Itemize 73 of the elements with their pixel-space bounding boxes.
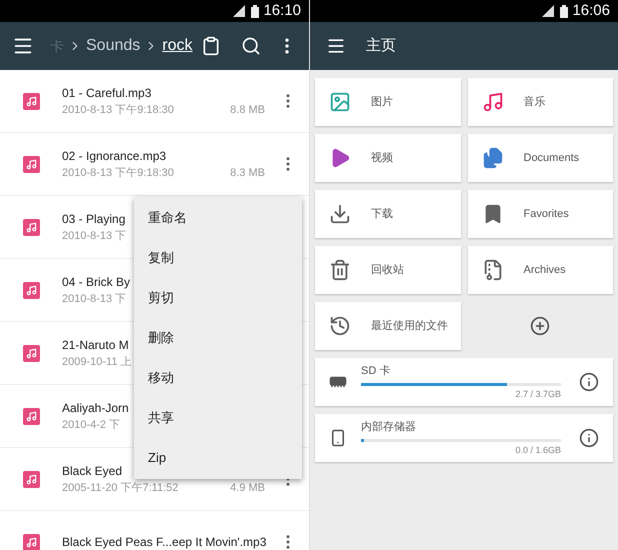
file-name: 02 - Ignorance.mp3 xyxy=(62,148,166,165)
file-size: 8.3 MB xyxy=(230,166,265,181)
file-date: 2005-11-20 下午7:11:52 xyxy=(62,480,178,496)
category-card[interactable]: 视频 xyxy=(315,134,460,182)
menu-item[interactable]: 移动 xyxy=(134,358,302,398)
menu-item[interactable]: 重命名 xyxy=(134,198,302,238)
category-card[interactable]: 最近使用的文件 xyxy=(315,302,460,350)
category-label: Favorites xyxy=(524,206,569,222)
toolbar-title: 主页 xyxy=(366,36,396,56)
file-size: 4.9 MB xyxy=(230,480,265,496)
file-date: 2010-8-13 下午9:18:30 xyxy=(62,166,174,181)
category-card[interactable]: 音乐 xyxy=(468,78,613,126)
audio-file-icon xyxy=(23,408,40,424)
category-label: 视频 xyxy=(371,150,393,166)
battery-icon xyxy=(560,4,568,18)
menu-item[interactable]: 复制 xyxy=(134,238,302,278)
info-icon[interactable] xyxy=(579,428,599,448)
file-date: 2009-10-11 上 xyxy=(62,354,132,370)
clipboard-icon[interactable] xyxy=(201,36,221,56)
usage-reading: 2.7 / 3.7GB xyxy=(514,388,561,400)
search-icon[interactable] xyxy=(241,36,261,56)
file-row[interactable]: Black Eyed Peas F...eep It Movin'.mp3 xyxy=(0,511,309,550)
category-card[interactable]: 回收站 xyxy=(315,246,460,294)
file-size: 8.8 MB xyxy=(230,102,265,118)
audio-file-icon xyxy=(23,218,40,236)
status-time: 16:10 xyxy=(263,0,301,21)
storage-card[interactable]: SD 卡 2.7 / 3.7GB xyxy=(315,358,613,406)
breadcrumb[interactable]: Sounds xyxy=(86,34,140,58)
usage-reading: 0.0 / 1.6GB xyxy=(514,444,561,456)
file-date: 2010-8-13 下午9:18:30 xyxy=(62,102,174,118)
menu-item[interactable]: 删除 xyxy=(134,318,302,358)
audio-file-icon xyxy=(23,344,40,362)
category-card[interactable]: Documents xyxy=(468,134,613,182)
category-label: 回收站 xyxy=(371,262,404,278)
file-date: 2010-8-13 下 xyxy=(62,228,126,244)
menu-item[interactable]: 共享 xyxy=(134,398,302,438)
status-time: 16:06 xyxy=(572,0,610,21)
storage-card[interactable]: 内部存储器 0.0 / 1.6GB xyxy=(315,414,613,462)
storage-name: SD 卡 xyxy=(361,364,392,379)
file-name: Aaliyah-Jorn xyxy=(62,400,129,417)
category-label: 最近使用的文件 xyxy=(371,318,448,334)
battery-icon xyxy=(251,4,260,18)
category-label: Documents xyxy=(524,150,580,166)
file-name: 21-Naruto M xyxy=(62,336,129,354)
file-row[interactable]: 01 - Careful.mp3 2010-8-13 下午9:18:30 8.8 MB xyxy=(0,70,309,133)
file-name: 04 - Brick By xyxy=(62,274,130,291)
audio-file-icon xyxy=(23,282,40,298)
category-label: 图片 xyxy=(371,94,393,110)
category-card[interactable]: 图片 xyxy=(315,78,460,126)
file-name: Black Eyed xyxy=(62,462,122,480)
file-date: 2010-4-2 下 xyxy=(62,418,120,433)
audio-file-icon xyxy=(23,92,40,110)
file-name: 01 - Careful.mp3 xyxy=(62,84,152,102)
file-row[interactable]: 02 - Ignorance.mp3 2010-8-13 下午9:18:30 8.3 MB xyxy=(0,133,309,196)
file-date: 2010-8-13 下 xyxy=(62,292,126,307)
signal-icon xyxy=(233,5,248,17)
category-card[interactable]: Favorites xyxy=(468,190,613,238)
menu-item[interactable]: 剪切 xyxy=(134,278,302,318)
breadcrumb[interactable]: rock xyxy=(162,34,192,58)
category-label: 下载 xyxy=(371,206,393,222)
storage-name: 内部存储器 xyxy=(361,420,417,435)
audio-file-icon xyxy=(23,470,40,488)
file-name: Black Eyed Peas F...eep It Movin'.mp3 xyxy=(62,534,266,550)
file-name: 03 - Playing xyxy=(62,210,126,228)
category-label: 音乐 xyxy=(524,94,546,110)
category-label: Archives xyxy=(524,262,566,278)
add-icon[interactable] xyxy=(530,316,550,336)
phone-icon xyxy=(329,429,347,447)
info-icon[interactable] xyxy=(579,372,599,392)
audio-file-icon xyxy=(23,156,40,172)
signal-icon xyxy=(542,5,556,17)
category-card[interactable]: Archives xyxy=(468,246,613,294)
category-card[interactable]: 下载 xyxy=(315,190,460,238)
